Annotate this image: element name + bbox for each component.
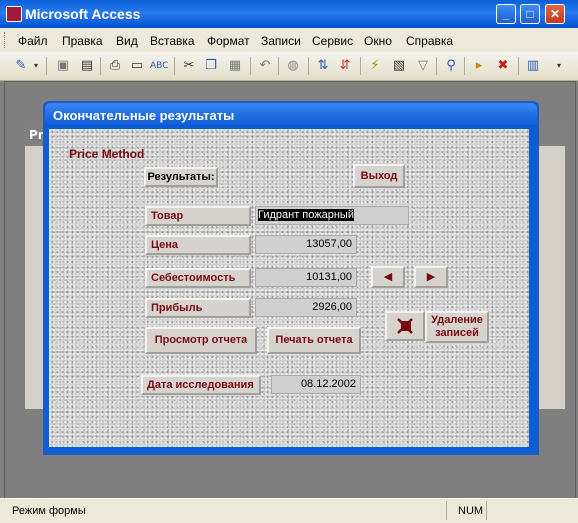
toolbar-separator: [436, 57, 437, 75]
exit-button[interactable]: Выход: [353, 164, 405, 188]
access-window: Microsoft Access _ □ ✕ Файл Правка Вид В…: [0, 0, 578, 523]
status-separator: [486, 501, 487, 520]
new-record-icon[interactable]: ▸: [470, 57, 488, 75]
previous-record-button[interactable]: ◀: [371, 266, 405, 288]
delete-record-button[interactable]: [385, 311, 425, 341]
title-bar: Microsoft Access _ □ ✕: [0, 0, 578, 28]
minimize-button[interactable]: _: [496, 4, 516, 24]
status-separator: [446, 501, 447, 520]
sort-ascending-icon[interactable]: ⇅: [314, 57, 332, 75]
delete-record-icon[interactable]: ✖: [494, 57, 512, 75]
toolbar-separator: [518, 57, 519, 75]
undo-icon[interactable]: ↶: [256, 57, 274, 75]
pribyl-field[interactable]: 2926,00: [255, 298, 357, 317]
delete-records-button[interactable]: Удаление записей: [425, 311, 489, 343]
view-report-button[interactable]: Просмотр отчета: [145, 327, 257, 354]
spelling-icon[interactable]: ABC: [150, 57, 168, 75]
menu-format[interactable]: Формат: [207, 34, 250, 48]
results-button[interactable]: Результаты:: [144, 167, 218, 187]
toolbar-separator: [100, 57, 101, 75]
cut-icon[interactable]: ✂: [180, 57, 198, 75]
toolbar-separator: [174, 57, 175, 75]
mdi-workspace: Pr Окончательные результаты Price Method…: [4, 81, 576, 499]
toolbar-separator: [464, 57, 465, 75]
paste-icon[interactable]: ▦: [226, 57, 244, 75]
next-record-button[interactable]: ▶: [414, 266, 448, 288]
status-mode: Режим формы: [12, 505, 86, 517]
tovar-field[interactable]: Гидрант пожарный: [255, 206, 409, 225]
chevron-down-icon[interactable]: ▾: [32, 57, 40, 75]
status-bar: Режим формы NUM: [0, 498, 578, 523]
app-title: Microsoft Access: [25, 6, 141, 22]
menu-insert[interactable]: Вставка: [150, 34, 195, 48]
delete-record-icon: [397, 318, 413, 334]
results-form-title: Окончательные результаты: [53, 108, 235, 123]
cena-label: Цена: [145, 235, 251, 255]
save-icon[interactable]: ▣: [54, 57, 72, 75]
pribyl-label: Прибыль: [145, 298, 251, 318]
menu-help[interactable]: Справка: [406, 34, 453, 48]
research-date-field[interactable]: 08.12.2002: [271, 375, 361, 394]
tovar-label: Товар: [145, 206, 251, 226]
sort-descending-icon[interactable]: ⇵: [336, 57, 354, 75]
toolbar-options-icon[interactable]: ▾: [550, 57, 568, 75]
menu-tools[interactable]: Сервис: [312, 34, 353, 48]
filter-by-form-icon[interactable]: ▧: [390, 57, 408, 75]
print-icon[interactable]: ⎙: [106, 57, 124, 75]
status-num-lock: NUM: [458, 505, 484, 517]
apply-filter-icon[interactable]: ▽: [414, 57, 432, 75]
toolbar: ✎ ▾ ▣ ▤ ⎙ ▭ ABC ✂ ❐ ▦ ↶ ◍ ⇅ ⇵ ⚡ ▧ ▽ ⚲ ▸ …: [0, 52, 578, 81]
copy-icon[interactable]: ❐: [202, 57, 220, 75]
menu-bar: Файл Правка Вид Вставка Формат Записи Се…: [0, 28, 578, 53]
results-form-body: Price Method Результаты: Выход Товар Гид…: [49, 129, 529, 447]
find-icon[interactable]: ⚲: [442, 57, 460, 75]
access-app-icon: [6, 6, 22, 22]
close-button[interactable]: ✕: [545, 4, 565, 24]
database-window-icon[interactable]: ▥: [524, 57, 542, 75]
cena-field[interactable]: 13057,00: [255, 235, 357, 254]
tovar-selected-text: Гидрант пожарный: [258, 209, 354, 221]
menu-edit[interactable]: Правка: [62, 34, 103, 48]
menu-records[interactable]: Записи: [261, 34, 301, 48]
results-form-title-bar[interactable]: Окончательные результаты: [45, 103, 537, 127]
results-form[interactable]: Окончательные результаты Price Method Ре…: [43, 101, 539, 455]
design-view-icon[interactable]: ✎: [12, 57, 30, 75]
background-form-title: Pr: [29, 128, 44, 142]
file-search-icon[interactable]: ▤: [78, 57, 96, 75]
maximize-button[interactable]: □: [520, 4, 540, 24]
toolbar-separator: [278, 57, 279, 75]
toolbar-separator: [308, 57, 309, 75]
filter-by-selection-icon[interactable]: ⚡: [366, 57, 384, 75]
menu-file[interactable]: Файл: [18, 34, 48, 48]
price-method-label: Price Method: [69, 147, 145, 161]
insert-hyperlink-icon[interactable]: ◍: [284, 57, 302, 75]
sebestoimost-label: Себестоимость: [145, 268, 251, 288]
menu-window[interactable]: Окно: [364, 34, 392, 48]
toolbar-separator: [46, 57, 47, 75]
print-report-button[interactable]: Печать отчета: [267, 327, 361, 354]
toolbar-separator: [360, 57, 361, 75]
sebestoimost-field[interactable]: 10131,00: [255, 268, 357, 287]
print-preview-icon[interactable]: ▭: [128, 57, 146, 75]
menu-grip: [4, 32, 8, 48]
menu-view[interactable]: Вид: [116, 34, 138, 48]
research-date-label: Дата исследования: [141, 375, 261, 395]
toolbar-separator: [250, 57, 251, 75]
